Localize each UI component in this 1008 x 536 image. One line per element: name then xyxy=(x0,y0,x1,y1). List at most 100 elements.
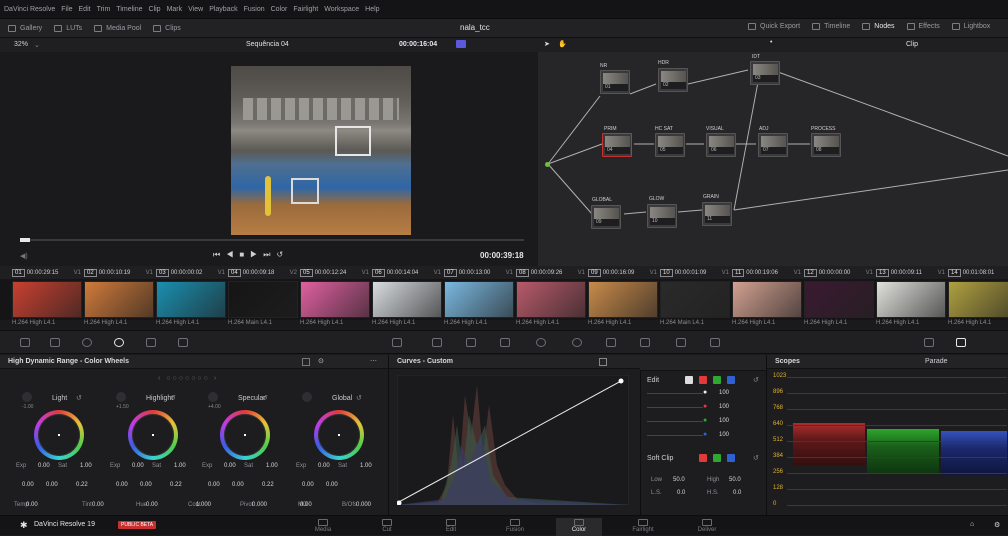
node-process[interactable]: 08 xyxy=(811,133,841,157)
clip-info[interactable]: 04 00:00:09:18 V2 xyxy=(228,268,300,277)
menu-workspace[interactable]: Workspace xyxy=(324,6,359,13)
x-value[interactable]: 0.00 xyxy=(302,482,314,488)
node-prim[interactable]: 04 xyxy=(602,133,632,157)
clip-thumbnail[interactable] xyxy=(732,281,802,318)
reset-icon[interactable]: ↺ xyxy=(356,394,362,402)
menu-clip[interactable]: Clip xyxy=(149,6,161,13)
node-hdr[interactable]: 02 xyxy=(658,68,688,92)
tracker-icon[interactable] xyxy=(536,338,546,347)
3d-icon[interactable] xyxy=(710,338,720,347)
temp-value[interactable]: 0.00 xyxy=(26,502,38,508)
high-value[interactable]: 50.0 xyxy=(729,477,741,483)
low-value[interactable]: 50.0 xyxy=(673,477,685,483)
clips-button[interactable]: Clips xyxy=(153,24,181,32)
z-value[interactable]: 0.22 xyxy=(262,482,274,488)
clip-thumbnail[interactable] xyxy=(660,281,730,318)
page-tab-fairlight[interactable]: Fairlight xyxy=(620,518,666,536)
clip-info[interactable]: 1400:01:08:01V1 xyxy=(948,268,1008,277)
motion-effects-icon[interactable] xyxy=(178,338,188,347)
clip-info[interactable]: 09 00:00:16:09 V1 xyxy=(588,268,660,277)
transport-controls[interactable]: ⏮◀■▶⏭↺ xyxy=(213,250,289,260)
clip-info[interactable]: 10 00:00:01:09 V1 xyxy=(660,268,732,277)
audio-icon[interactable]: ◀) xyxy=(20,252,28,260)
more-icon[interactable]: ⋯ xyxy=(370,357,377,365)
y-value[interactable]: 0.00 xyxy=(326,482,338,488)
sat-value[interactable]: 1.00 xyxy=(266,463,278,469)
softclip-r-button[interactable] xyxy=(699,454,707,462)
effects-button[interactable]: Effects xyxy=(906,23,940,30)
clip-info[interactable]: 08 00:00:09:26 V1 xyxy=(516,268,588,277)
wheel-zone-dot[interactable] xyxy=(116,392,126,402)
menu-fusion[interactable]: Fusion xyxy=(244,6,265,13)
channel-g-button[interactable] xyxy=(713,376,721,384)
scrubber-track[interactable] xyxy=(20,239,524,241)
clip-info[interactable]: 05 00:00:12:24 V1 xyxy=(300,268,372,277)
home-icon[interactable]: ⌂ xyxy=(970,521,974,528)
clip-info[interactable]: 12 00:00:00:00 V1 xyxy=(804,268,876,277)
clip-info[interactable]: 07 00:00:13:00 V1 xyxy=(444,268,516,277)
zoom-dropdown[interactable]: 32% xyxy=(14,41,28,48)
clip-info[interactable]: 01 00:00:29:15 V1 xyxy=(12,268,84,277)
clip-info[interactable]: 06 00:00:14:04 V1 xyxy=(372,268,444,277)
node-glow[interactable]: 10 xyxy=(647,204,677,228)
node-nr[interactable]: 01 xyxy=(600,70,630,94)
clip-thumbnail[interactable] xyxy=(12,281,82,318)
softclip-g-button[interactable] xyxy=(713,454,721,462)
exp-value[interactable]: 0.00 xyxy=(132,463,144,469)
rgb-mixer-icon[interactable] xyxy=(146,338,156,347)
quick-export-button[interactable]: Quick Export xyxy=(748,23,800,30)
menu-color[interactable]: Color xyxy=(271,6,288,13)
page-tab-color[interactable]: Color xyxy=(556,518,602,536)
menu-view[interactable]: View xyxy=(188,6,203,13)
clip-thumbnail[interactable] xyxy=(948,281,1008,318)
sat-value[interactable]: 1.00 xyxy=(360,463,372,469)
sat-value[interactable]: 1.00 xyxy=(80,463,92,469)
scope-mode-dropdown[interactable]: Parade xyxy=(925,358,948,365)
x-value[interactable]: 0.00 xyxy=(22,482,34,488)
qualifier-icon[interactable] xyxy=(466,338,476,347)
node-idt[interactable]: 03 xyxy=(750,61,780,85)
reset-icon[interactable] xyxy=(302,358,310,366)
media-pool-button[interactable]: Media Pool xyxy=(94,24,141,32)
curve-mode-icon[interactable] xyxy=(599,358,607,366)
clip-thumbnail[interactable] xyxy=(876,281,946,318)
clip-thumbnail[interactable] xyxy=(300,281,370,318)
node-mode-dropdown[interactable]: Clip xyxy=(906,41,918,48)
gallery-button[interactable]: Gallery xyxy=(8,24,42,32)
hdr-icon[interactable] xyxy=(114,338,124,347)
menu-app[interactable]: DaVinci Resolve xyxy=(4,6,55,13)
nodes-button[interactable]: Nodes xyxy=(862,23,895,30)
page-tab-deliver[interactable]: Deliver xyxy=(684,518,730,536)
key-icon[interactable] xyxy=(640,338,650,347)
edit-value-y[interactable]: 100 xyxy=(719,390,729,396)
reset-icon[interactable]: ↺ xyxy=(753,454,759,462)
wheel-page-dots[interactable]: ‹ ○○○○○○○ › xyxy=(158,375,218,382)
x-value[interactable]: 0.00 xyxy=(208,482,220,488)
clip-info[interactable]: 02 00:00:10:19 V1 xyxy=(84,268,156,277)
y-value[interactable]: 0.00 xyxy=(46,482,58,488)
node-editor[interactable]: NR 01 HDR 02 IDT 03 PRIM 04 HC SAT 05 VI… xyxy=(538,52,1008,266)
cont-value[interactable]: 1.000 xyxy=(196,502,211,508)
reset-icon[interactable]: ↺ xyxy=(753,376,759,384)
node-visual[interactable]: 06 xyxy=(706,133,736,157)
reset-icon[interactable]: ↺ xyxy=(76,394,82,402)
node-hc-sat[interactable]: 05 xyxy=(655,133,685,157)
tint-value[interactable]: 0.00 xyxy=(92,502,104,508)
curves-graph[interactable] xyxy=(397,375,629,505)
channel-b-button[interactable] xyxy=(727,376,735,384)
pivot-value[interactable]: 0.000 xyxy=(252,502,267,508)
clip-thumbnail[interactable] xyxy=(372,281,442,318)
clip-thumbnail[interactable] xyxy=(516,281,586,318)
menu-trim[interactable]: Trim xyxy=(97,6,111,13)
menu-playback[interactable]: Playback xyxy=(209,6,237,13)
wheel-zone-dot[interactable] xyxy=(302,392,312,402)
sizing-icon[interactable] xyxy=(676,338,686,347)
wheel-zone-dot[interactable] xyxy=(22,392,32,402)
menu-file[interactable]: File xyxy=(61,6,72,13)
softclip-b-button[interactable] xyxy=(727,454,735,462)
hue-value[interactable]: 0.00 xyxy=(146,502,158,508)
node-grain[interactable]: 11 xyxy=(702,202,732,226)
curves-icon[interactable] xyxy=(392,338,402,347)
hand-icon[interactable]: ✋ xyxy=(558,40,567,48)
primaries-icon[interactable] xyxy=(82,338,92,347)
